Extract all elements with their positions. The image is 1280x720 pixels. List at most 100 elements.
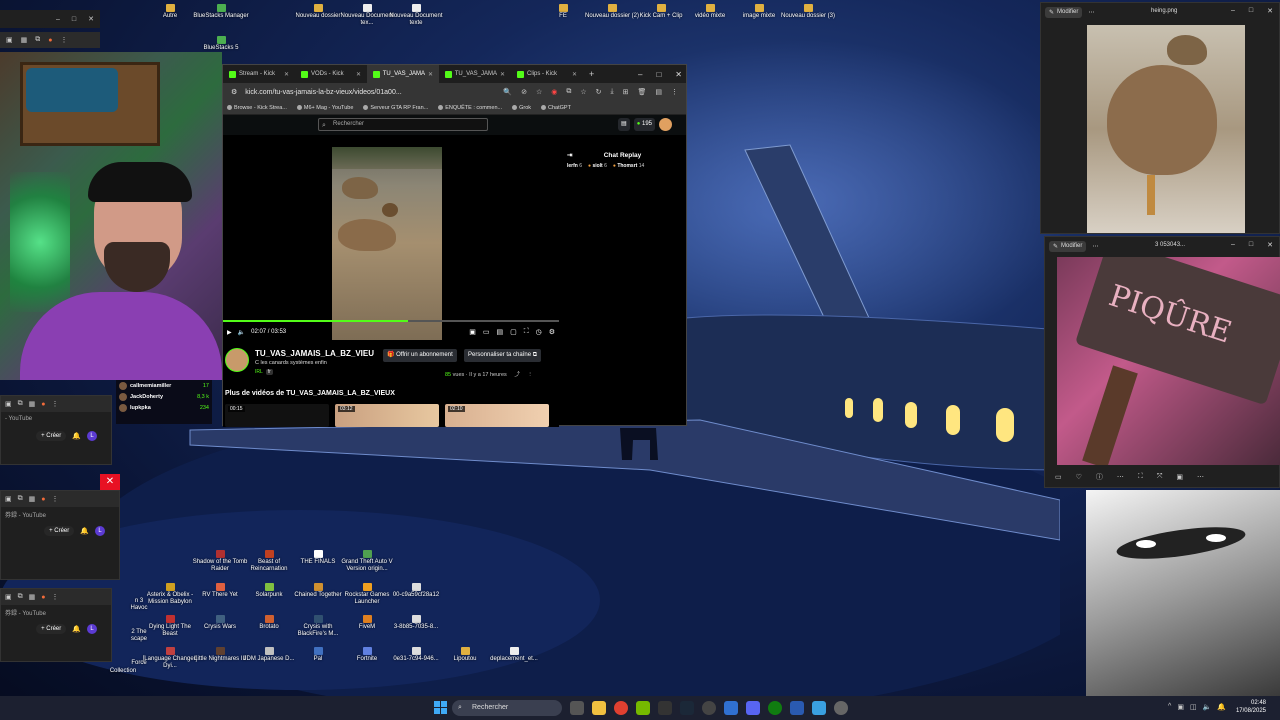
tab-title[interactable]: 券録 - YouTube xyxy=(1,507,119,521)
nvidia-icon[interactable] xyxy=(636,701,650,715)
close-tab-icon[interactable]: ✕ xyxy=(356,71,361,78)
list-item[interactable]: lupkpka 234 xyxy=(116,402,212,413)
tab-clips[interactable]: Clips - Kick ✕ xyxy=(511,65,583,83)
volume-icon[interactable]: 🔈 xyxy=(238,329,245,336)
close-tab-icon[interactable]: ✕ xyxy=(500,71,505,78)
avatar[interactable]: L xyxy=(87,624,97,634)
brave-icon[interactable]: ● xyxy=(41,496,45,503)
tab-vods[interactable]: VODs - Kick ✕ xyxy=(295,65,367,83)
customize-channel-button[interactable]: Personnaliser ta chaîne ⧉ xyxy=(464,349,541,362)
discord-icon[interactable] xyxy=(746,701,760,715)
collapse-chat-icon[interactable]: ⇥ xyxy=(567,151,572,159)
task-view-icon[interactable] xyxy=(570,701,584,715)
clip-icon[interactable]: ▣ xyxy=(469,328,476,336)
options-icon[interactable]: ⋯ xyxy=(1197,473,1204,481)
desktop-icon-label[interactable]: 2 The xyxy=(124,629,154,636)
menu-icon[interactable]: ⋮ xyxy=(51,495,58,503)
favorite-icon[interactable]: ♡ xyxy=(1076,473,1082,481)
create-button[interactable]: + Créer xyxy=(36,624,67,634)
crop-icon[interactable]: ⛶ xyxy=(1138,473,1143,481)
file-explorer-icon[interactable] xyxy=(592,701,606,715)
bookmarks-icon[interactable]: ☆ xyxy=(580,88,586,96)
desktop-icon-label[interactable]: Force xyxy=(124,660,154,667)
desktop-icon[interactable]: Nouveau dossier (3) xyxy=(780,4,836,20)
site-info-icon[interactable]: ⚙ xyxy=(231,88,237,96)
desktop-icon[interactable]: THE FINALS xyxy=(290,550,346,566)
copy-icon[interactable]: ⧉ xyxy=(35,36,40,44)
bookmark-item[interactable]: Browse - Kick Strea... xyxy=(227,105,287,111)
close-icon[interactable]: ✕ xyxy=(1267,7,1273,15)
start-button[interactable] xyxy=(434,701,447,714)
bookmark-item[interactable]: Serveur GTA RP Fran... xyxy=(363,105,428,111)
copy-icon[interactable]: ⧉ xyxy=(18,400,23,408)
download-icon[interactable]: ⤓ xyxy=(611,88,614,96)
bell-icon[interactable]: 🔔 xyxy=(72,432,81,440)
desktop-icon[interactable]: Shadow of the Tomb Raider xyxy=(192,550,248,573)
tab-icon[interactable]: ▣ xyxy=(5,593,12,601)
xbox-icon[interactable] xyxy=(768,701,782,715)
desktop-icon[interactable]: FiveM xyxy=(339,615,395,631)
copy-icon[interactable]: ⧉ xyxy=(18,495,23,503)
close-icon[interactable]: ✕ xyxy=(1267,241,1273,249)
tab-stream[interactable]: Stream - Kick ✕ xyxy=(223,65,295,83)
desktop-icon[interactable]: Kick Cam + Clip xyxy=(633,4,689,20)
desktop-icon-label[interactable]: scape xyxy=(124,636,154,643)
desktop-icon[interactable]: Little Nightmares III xyxy=(192,647,248,663)
list-item[interactable]: lerfn 6 xyxy=(567,163,582,169)
grid-icon[interactable]: ▦ xyxy=(29,495,36,503)
video-thumbnail[interactable]: 03:12 xyxy=(335,404,439,427)
extensions-icon[interactable]: ⧉ xyxy=(566,88,571,96)
desktop-icon[interactable]: Fortnite xyxy=(339,647,395,663)
close-icon[interactable]: ✕ xyxy=(88,15,94,23)
menu-icon[interactable]: ⋮ xyxy=(51,400,58,408)
desktop-icon[interactable]: 3-8b85-7035-8... xyxy=(388,615,444,631)
app-tray-icon[interactable]: ▣ xyxy=(1177,703,1184,711)
tab-icon[interactable]: ▣ xyxy=(6,36,13,44)
desktop-icon-label[interactable]: Collection xyxy=(108,668,138,675)
app-icon[interactable] xyxy=(790,701,804,715)
close-icon[interactable]: ✕ xyxy=(675,70,682,79)
search-input[interactable]: ⌕ Rechercher xyxy=(318,118,488,131)
terminal-icon[interactable] xyxy=(658,701,672,715)
maximize-icon[interactable]: □ xyxy=(1249,241,1253,249)
bookmark-item[interactable]: ENQUÊTE : commen... xyxy=(438,105,502,111)
captions-icon[interactable]: ▤ xyxy=(496,328,503,336)
steam-icon[interactable] xyxy=(680,701,694,715)
more-icon[interactable]: ⋯ xyxy=(1088,9,1094,16)
brave-icon[interactable]: ● xyxy=(41,594,45,601)
list-item[interactable]: ● siolt 6 xyxy=(588,163,607,169)
minimize-icon[interactable]: – xyxy=(1231,241,1235,249)
share-icon[interactable]: ⤴ xyxy=(514,372,520,378)
points-badge[interactable]: ● 195 xyxy=(633,118,655,131)
desktop-icon[interactable]: deplacement_et... xyxy=(486,647,542,663)
channel-avatar[interactable] xyxy=(225,348,249,372)
maximize-icon[interactable]: □ xyxy=(1249,7,1253,15)
close-tab-icon[interactable]: ✕ xyxy=(572,71,577,78)
obs-icon[interactable] xyxy=(702,701,716,715)
desktop-icon[interactable]: RV There Yet xyxy=(192,583,248,599)
menu-icon[interactable]: ⋮ xyxy=(60,36,67,44)
copy-icon[interactable]: ⧉ xyxy=(18,593,23,601)
desktop-icon[interactable]: Nouveau dossier xyxy=(290,4,346,20)
list-item[interactable]: JackDoherty 8,3 k xyxy=(116,391,212,402)
brave-shield-icon[interactable]: ◉ xyxy=(551,88,557,96)
filmstrip-icon[interactable]: ▭ xyxy=(1055,473,1062,481)
bell-icon[interactable]: 🔔 xyxy=(80,527,89,535)
desktop-icon-label[interactable]: Havoc xyxy=(124,605,154,612)
tab-video-active[interactable]: TU_VAS_JAMA ✕ xyxy=(367,65,439,83)
minimize-icon[interactable]: – xyxy=(56,16,60,23)
channel-name[interactable]: TU_VAS_JAMAIS_LA_BZ_VIEU xyxy=(255,349,374,358)
fit-icon[interactable]: ⤧ xyxy=(1157,473,1163,481)
fullscreen-icon[interactable]: ⛶ xyxy=(524,328,529,336)
desktop-icon[interactable]: Rockstar Games Launcher xyxy=(339,583,395,606)
desktop-icon[interactable]: Crysis Wars xyxy=(192,615,248,631)
desktop-icon[interactable]: Nouveau Document texte xyxy=(388,4,444,27)
maximize-icon[interactable]: □ xyxy=(72,16,76,23)
tab-icon[interactable]: ▣ xyxy=(5,400,12,408)
desktop-icon[interactable]: Crysis with BlackFire's M... xyxy=(290,615,346,638)
speed-icon[interactable]: ◷ xyxy=(536,328,542,336)
notification-icon[interactable]: 🔔 xyxy=(1217,703,1226,711)
tab-title[interactable]: - YouTube xyxy=(1,412,111,426)
desktop-icon[interactable]: Solarpunk xyxy=(241,583,297,599)
info-icon[interactable]: ⓘ xyxy=(1096,472,1103,482)
